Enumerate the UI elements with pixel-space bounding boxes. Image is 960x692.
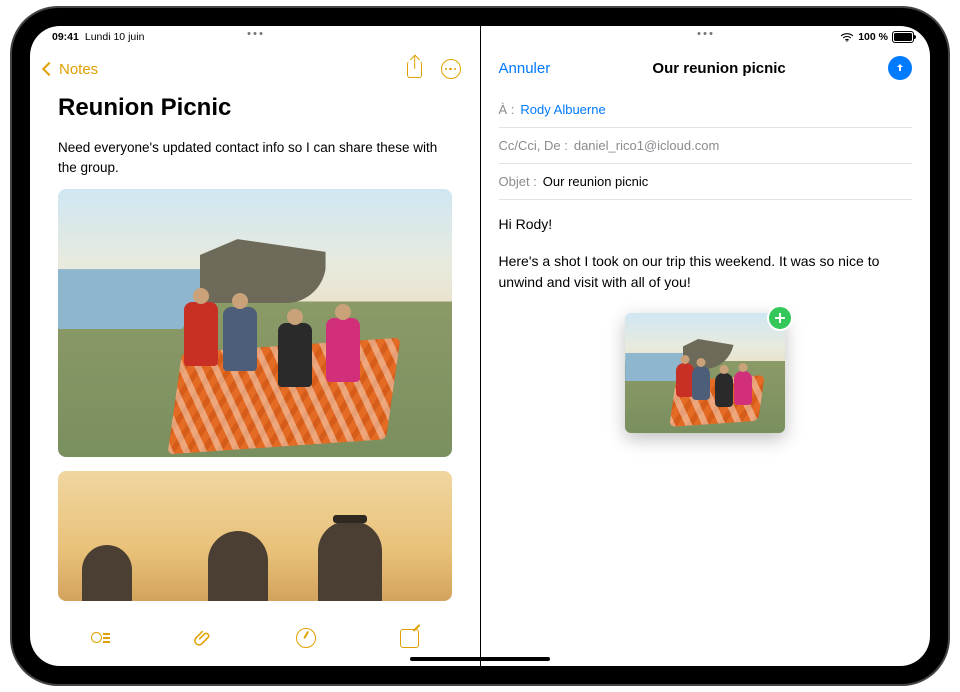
multitask-handle-left[interactable] [247, 30, 262, 35]
mail-to-label: À : [499, 102, 515, 117]
mail-subject-field[interactable]: Objet : Our reunion picnic [499, 164, 913, 200]
mail-cancel-button[interactable]: Annuler [499, 60, 551, 77]
mail-to-field[interactable]: À : Rody Albuerne [499, 92, 913, 128]
notes-back-label: Notes [59, 61, 98, 78]
mail-from-value: daniel_rico1@icloud.com [574, 138, 719, 153]
share-button[interactable] [400, 61, 430, 78]
dragged-photo-thumbnail[interactable] [625, 313, 785, 433]
note-photo-1[interactable] [58, 189, 452, 457]
mail-header-fields: À : Rody Albuerne Cc/Cci, De : daniel_ri… [481, 88, 931, 200]
status-time: 09:41 [52, 31, 79, 43]
note-body-text[interactable]: Need everyone's updated contact info so … [58, 138, 452, 177]
mail-nav-bar: Annuler Our reunion picnic [481, 48, 931, 88]
multitask-handle-right[interactable] [698, 30, 713, 35]
mail-cc-from-field[interactable]: Cc/Cci, De : daniel_rico1@icloud.com [499, 128, 913, 164]
split-right-mail-app: 100 % Annuler Our reunion picnic À : Rod… [481, 26, 931, 666]
multitask-dots-icon [247, 32, 262, 35]
mail-body-greeting: Hi Rody! [499, 214, 913, 235]
note-title[interactable]: Reunion Picnic [58, 94, 452, 122]
battery-icon [892, 31, 914, 43]
mail-body-paragraph: Here's a shot I took on our trip this we… [499, 251, 913, 293]
checklist-button[interactable] [88, 626, 112, 650]
add-badge-icon [767, 305, 793, 331]
arrow-up-icon [894, 62, 906, 74]
mail-to-value: Rody Albuerne [520, 102, 605, 117]
checklist-icon [91, 632, 109, 644]
note-content: Reunion Picnic Need everyone's updated c… [30, 90, 480, 616]
multitask-dots-icon [698, 32, 713, 35]
status-date: Lundi 10 juin [85, 31, 145, 43]
mail-subject-label: Objet : [499, 174, 537, 189]
mail-title: Our reunion picnic [550, 60, 888, 77]
paperclip-icon [193, 628, 213, 648]
battery-percent: 100 % [858, 31, 888, 43]
more-button[interactable] [436, 59, 466, 79]
photo-illustration-2 [58, 471, 452, 601]
home-indicator[interactable] [410, 657, 550, 661]
notes-nav-bar: Notes [30, 48, 480, 90]
note-photo-2[interactable] [58, 471, 452, 601]
mail-subject-value: Our reunion picnic [543, 174, 649, 189]
mail-body[interactable]: Hi Rody! Here's a shot I took on our tri… [481, 200, 931, 447]
mail-send-button[interactable] [888, 56, 912, 80]
photo-illustration [58, 189, 452, 457]
split-left-notes-app: 09:41 Lundi 10 juin Notes [30, 26, 480, 666]
attach-button[interactable] [191, 626, 215, 650]
notes-back-button[interactable]: Notes [44, 61, 98, 78]
compose-icon [400, 629, 419, 648]
ellipsis-circle-icon [441, 59, 461, 79]
markup-button[interactable] [294, 626, 318, 650]
mail-cc-label: Cc/Cci, De : [499, 138, 568, 153]
compose-button[interactable] [398, 626, 422, 650]
wifi-icon [840, 32, 854, 42]
thumbnail-image [625, 313, 785, 433]
chevron-left-icon [42, 62, 56, 76]
ipad-screen: 09:41 Lundi 10 juin Notes [30, 26, 930, 666]
ipad-frame: 09:41 Lundi 10 juin Notes [12, 8, 948, 684]
markup-icon [296, 628, 316, 648]
